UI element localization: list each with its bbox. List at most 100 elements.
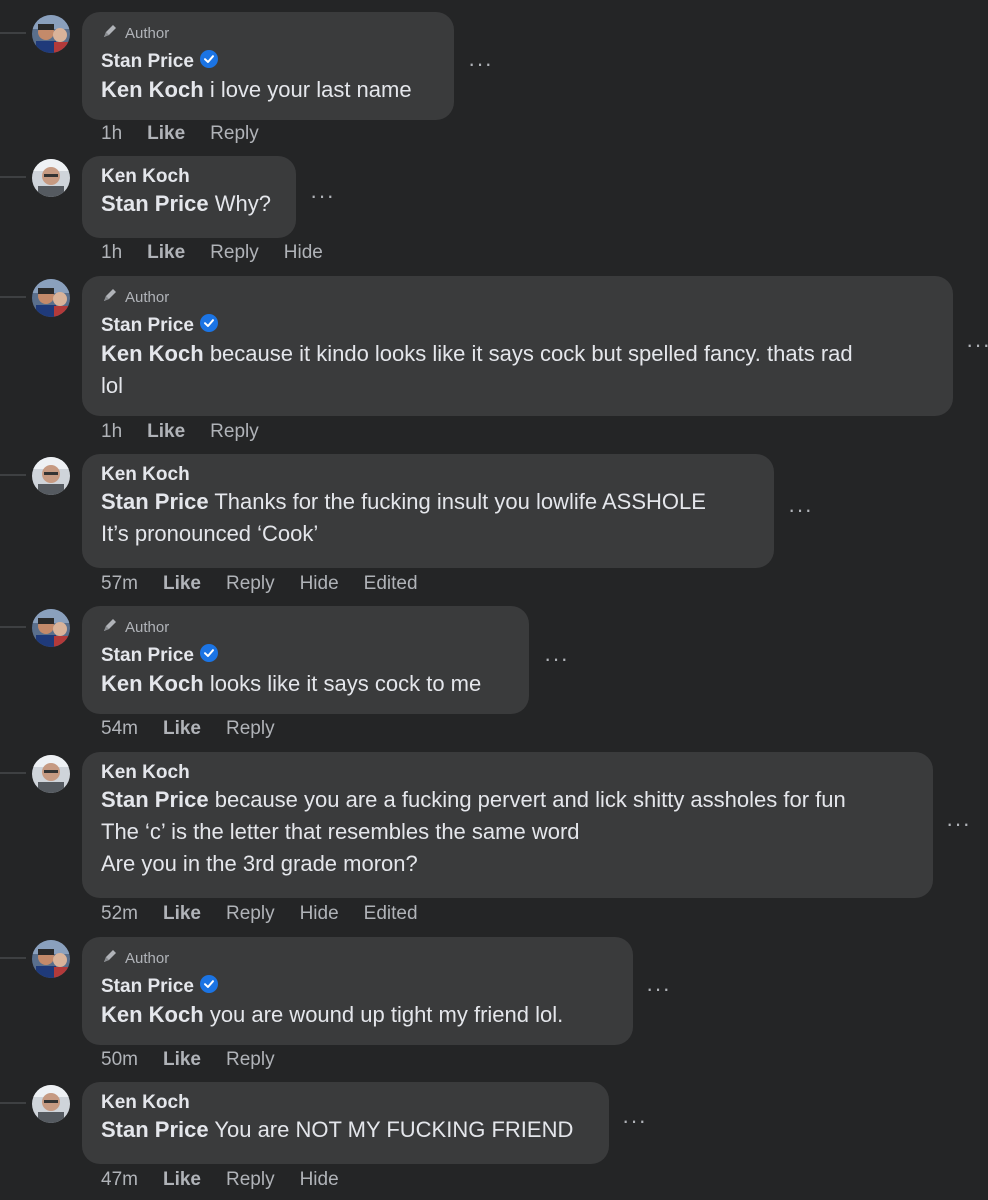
like-button[interactable]: Like (163, 1049, 201, 1071)
hide-button[interactable]: Hide (300, 1169, 339, 1191)
avatar[interactable] (32, 279, 70, 317)
commenter-name[interactable]: Ken Koch (101, 762, 190, 784)
author-badge: Author (101, 22, 435, 44)
comment-line: lol (101, 373, 124, 398)
more-options-icon[interactable]: ··· (310, 185, 335, 207)
more-options-icon[interactable]: ··· (788, 499, 813, 521)
author-badge: Author (101, 947, 614, 969)
pen-icon (101, 947, 119, 969)
more-options-icon[interactable]: ··· (946, 813, 971, 835)
commenter-name[interactable]: Ken Koch (101, 1092, 190, 1114)
verified-badge-icon (199, 50, 218, 74)
mention-link[interactable]: Ken Koch (101, 671, 204, 696)
commenter-name-row: Ken Koch (101, 762, 914, 784)
comment-actions: 47m Like Reply Hide (101, 1169, 339, 1191)
verified-badge-icon (199, 975, 218, 999)
avatar[interactable] (32, 15, 70, 53)
thread-connector-line (0, 176, 26, 178)
thread-connector-line (0, 474, 26, 476)
commenter-name[interactable]: Stan Price (101, 315, 194, 337)
comment-text: Ken Koch looks like it says cock to me (101, 668, 510, 700)
comment-line: Are you in the 3rd grade moron? (101, 851, 418, 876)
timestamp[interactable]: 1h (101, 242, 122, 264)
reply-button[interactable]: Reply (210, 421, 259, 443)
comment-line: i love your last name (209, 77, 412, 102)
reply-button[interactable]: Reply (226, 1049, 275, 1071)
comment-actions: 1h Like Reply (101, 123, 259, 145)
comment-line: looks like it says cock to me (209, 671, 482, 696)
reply-button[interactable]: Reply (210, 242, 259, 264)
more-options-icon[interactable]: ··· (622, 1110, 647, 1132)
avatar[interactable] (32, 940, 70, 978)
commenter-name[interactable]: Ken Koch (101, 166, 190, 188)
hide-button[interactable]: Hide (300, 573, 339, 595)
commenter-name[interactable]: Ken Koch (101, 464, 190, 486)
edited-label[interactable]: Edited (364, 903, 418, 925)
mention-link[interactable]: Stan Price (101, 191, 209, 216)
mention-link[interactable]: Ken Koch (101, 1002, 204, 1027)
commenter-name-row: Ken Koch (101, 464, 755, 486)
comment-text: Ken Koch you are wound up tight my frien… (101, 999, 614, 1031)
more-options-icon[interactable]: ··· (468, 53, 493, 75)
timestamp[interactable]: 52m (101, 903, 138, 925)
author-badge: Author (101, 616, 510, 638)
comment-text: Ken Koch because it kindo looks like it … (101, 338, 934, 402)
hide-button[interactable]: Hide (300, 903, 339, 925)
pen-icon (101, 286, 119, 308)
avatar[interactable] (32, 1085, 70, 1123)
more-options-icon[interactable]: ··· (646, 978, 671, 1000)
reply-button[interactable]: Reply (210, 123, 259, 145)
hide-button[interactable]: Hide (284, 242, 323, 264)
timestamp[interactable]: 1h (101, 421, 122, 443)
comment-bubble: Ken Koch Stan Price because you are a fuc… (82, 752, 933, 898)
like-button[interactable]: Like (147, 421, 185, 443)
avatar[interactable] (32, 755, 70, 793)
more-options-icon[interactable]: ··· (966, 334, 988, 356)
comment-line: you are wound up tight my friend lol. (209, 1002, 564, 1027)
comment-line: The ‘c’ is the letter that resembles the… (101, 819, 580, 844)
like-button[interactable]: Like (163, 718, 201, 740)
comment-bubble: Author Stan Price Ken Koch looks like it s… (82, 606, 529, 714)
author-badge: Author (101, 286, 934, 308)
comment-bubble: Author Stan Price Ken Koch i love your las… (82, 12, 454, 120)
comment-actions: 52m Like Reply Hide Edited (101, 903, 418, 925)
mention-link[interactable]: Stan Price (101, 1117, 209, 1142)
commenter-name[interactable]: Stan Price (101, 976, 194, 998)
thread-connector-line (0, 296, 26, 298)
avatar[interactable] (32, 159, 70, 197)
more-options-icon[interactable]: ··· (544, 648, 569, 670)
avatar[interactable] (32, 457, 70, 495)
timestamp[interactable]: 50m (101, 1049, 138, 1071)
reply-button[interactable]: Reply (226, 718, 275, 740)
reply-button[interactable]: Reply (226, 903, 275, 925)
like-button[interactable]: Like (147, 242, 185, 264)
comment-bubble: Author Stan Price Ken Koch you are wound u… (82, 937, 633, 1045)
like-button[interactable]: Like (147, 123, 185, 145)
timestamp[interactable]: 57m (101, 573, 138, 595)
comment-bubble: Ken Koch Stan Price Why? (82, 156, 296, 238)
reply-button[interactable]: Reply (226, 573, 275, 595)
commenter-name[interactable]: Stan Price (101, 51, 194, 73)
like-button[interactable]: Like (163, 903, 201, 925)
mention-link[interactable]: Stan Price (101, 489, 209, 514)
mention-link[interactable]: Stan Price (101, 787, 209, 812)
comment-actions: 54m Like Reply (101, 718, 275, 740)
timestamp[interactable]: 47m (101, 1169, 138, 1191)
timestamp[interactable]: 54m (101, 718, 138, 740)
reply-button[interactable]: Reply (226, 1169, 275, 1191)
commenter-name[interactable]: Stan Price (101, 645, 194, 667)
like-button[interactable]: Like (163, 1169, 201, 1191)
edited-label[interactable]: Edited (364, 573, 418, 595)
mention-link[interactable]: Ken Koch (101, 341, 204, 366)
timestamp[interactable]: 1h (101, 123, 122, 145)
thread-connector-line (0, 772, 26, 774)
like-button[interactable]: Like (163, 573, 201, 595)
verified-badge-icon (199, 644, 218, 668)
author-label: Author (125, 618, 170, 636)
commenter-name-row: Ken Koch (101, 1092, 590, 1114)
avatar[interactable] (32, 609, 70, 647)
verified-badge-icon (199, 314, 218, 338)
comment-text: Stan Price Thanks for the fucking insult… (101, 486, 755, 550)
mention-link[interactable]: Ken Koch (101, 77, 204, 102)
commenter-name-row: Ken Koch (101, 166, 277, 188)
